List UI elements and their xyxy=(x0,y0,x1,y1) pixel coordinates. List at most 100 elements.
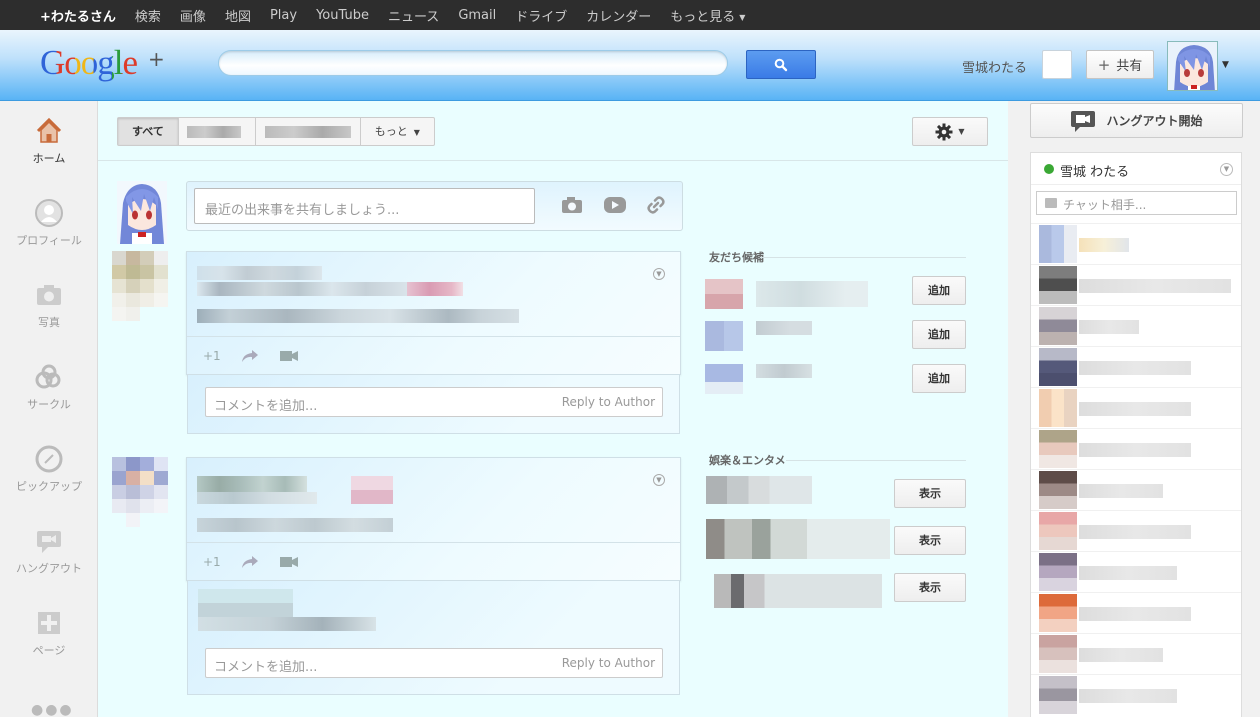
more-nav-icon[interactable]: ●●● xyxy=(31,702,74,717)
chat-contact[interactable] xyxy=(1031,264,1241,305)
topnav-images-link[interactable]: 画像 xyxy=(180,6,206,25)
start-hangout-button[interactable]: ハングアウト開始 xyxy=(1030,103,1243,138)
topnav-play-link[interactable]: Play xyxy=(270,8,297,23)
online-status-icon[interactable] xyxy=(1044,164,1054,174)
nav-item-pages[interactable]: ページ xyxy=(0,608,98,658)
topnav-drive-link[interactable]: ドライブ xyxy=(515,6,567,25)
circles-icon xyxy=(35,364,61,389)
tab-more[interactable]: もっと ▼ xyxy=(361,118,434,145)
chat-contact[interactable] xyxy=(1031,510,1241,551)
chat-contact[interactable] xyxy=(1031,592,1241,633)
logo-text: Google xyxy=(40,43,138,82)
chat-user-name: 雪城 わたる xyxy=(1060,165,1130,180)
hangout-icon[interactable] xyxy=(279,556,299,568)
anime-avatar-image xyxy=(1168,42,1217,90)
chat-contact[interactable] xyxy=(1031,387,1241,428)
chat-search-input[interactable]: チャット相手... xyxy=(1036,191,1237,215)
search-button[interactable] xyxy=(746,50,816,79)
post-author-avatar[interactable] xyxy=(112,251,168,321)
blurred-circle-label xyxy=(407,282,463,296)
chat-contact[interactable] xyxy=(1031,223,1241,264)
chat-contact[interactable] xyxy=(1031,346,1241,387)
chat-options-chevron-icon[interactable]: ▼ xyxy=(1220,163,1233,176)
nav-item-photos[interactable]: 写真 xyxy=(0,280,98,330)
nav-item-home[interactable]: ホーム xyxy=(0,116,98,166)
pages-icon xyxy=(38,612,60,634)
google-plus-logo[interactable]: Google + xyxy=(40,43,165,83)
share-button[interactable]: + 共有 xyxy=(1086,50,1154,79)
plus-one-button[interactable]: +1 xyxy=(203,349,221,363)
notification-button[interactable] xyxy=(1042,50,1072,79)
show-page-button[interactable]: 表示 xyxy=(894,479,966,508)
blurred-contact-name xyxy=(1079,607,1191,621)
reply-to-author-link[interactable]: Reply to Author xyxy=(562,395,655,409)
post-card: ▼ +1 xyxy=(186,457,681,581)
chat-contact[interactable] xyxy=(1031,551,1241,592)
suggestion-avatar[interactable] xyxy=(705,364,743,394)
topnav-youtube-link[interactable]: YouTube xyxy=(316,8,369,23)
nav-label: ピックアップ xyxy=(16,480,82,493)
topnav-news-link[interactable]: ニュース xyxy=(388,6,439,25)
topnav-more-label: もっと見る xyxy=(670,9,736,25)
post-author-avatar[interactable] xyxy=(112,457,168,527)
account-avatar[interactable] xyxy=(1167,41,1218,91)
nav-item-profile[interactable]: プロフィール xyxy=(0,198,98,248)
suggestion-avatar[interactable] xyxy=(706,476,812,504)
show-page-button[interactable]: 表示 xyxy=(894,573,966,602)
nav-item-explore[interactable]: ピックアップ xyxy=(0,444,98,494)
stream-settings-button[interactable]: ▼ xyxy=(912,117,988,146)
topnav-maps-link[interactable]: 地図 xyxy=(225,6,251,25)
add-friend-button[interactable]: 追加 xyxy=(912,276,966,305)
hangout-icon[interactable] xyxy=(279,350,299,362)
add-friend-button[interactable]: 追加 xyxy=(912,320,966,349)
friend-suggestions-title: 友だち候補 xyxy=(709,251,764,264)
topnav-profile-link[interactable]: +わたるさん xyxy=(40,6,116,25)
add-friend-button[interactable]: 追加 xyxy=(912,364,966,393)
share-attachments xyxy=(561,196,665,214)
plus-one-button[interactable]: +1 xyxy=(203,555,221,569)
video-icon[interactable] xyxy=(603,196,627,214)
video-camera-icon xyxy=(1071,110,1096,132)
share-arrow-icon[interactable] xyxy=(241,349,259,363)
header-username[interactable]: 雪城わたる xyxy=(962,57,1027,76)
topnav-gmail-link[interactable]: Gmail xyxy=(458,8,496,23)
account-chevron-down-icon[interactable]: ▼ xyxy=(1222,60,1229,70)
post-menu-chevron-icon[interactable]: ▼ xyxy=(653,474,665,486)
nav-item-hangouts[interactable]: ハングアウト xyxy=(0,526,98,576)
blurred-contact-name xyxy=(1079,402,1191,416)
chat-contact[interactable] xyxy=(1031,469,1241,510)
search-icon xyxy=(774,58,788,71)
chat-contact[interactable] xyxy=(1031,428,1241,469)
link-icon[interactable] xyxy=(647,196,665,214)
tab-all[interactable]: すべて xyxy=(118,118,179,145)
camera-icon[interactable] xyxy=(561,196,583,214)
comment-input[interactable]: コメントを追加... Reply to Author xyxy=(205,387,663,417)
chat-contact[interactable] xyxy=(1031,305,1241,346)
tab-circle-2[interactable] xyxy=(256,118,361,145)
comment-area: コメントを追加... Reply to Author xyxy=(187,375,680,434)
suggestion-avatar[interactable] xyxy=(706,519,890,559)
tab-circle-1[interactable] xyxy=(179,118,256,145)
my-avatar[interactable] xyxy=(117,181,167,244)
blurred-post-meta xyxy=(197,282,422,296)
comment-input[interactable]: コメントを追加... Reply to Author xyxy=(205,648,663,678)
topnav-calendar-link[interactable]: カレンダー xyxy=(586,6,651,25)
contact-avatar xyxy=(1039,225,1077,263)
chat-contact[interactable] xyxy=(1031,674,1241,715)
blurred-suggestion-name xyxy=(756,281,868,307)
share-arrow-icon[interactable] xyxy=(241,555,259,569)
topnav-more-link[interactable]: もっと見る ▼ xyxy=(670,6,745,25)
nav-item-circles[interactable]: サークル xyxy=(0,362,98,412)
home-icon xyxy=(36,117,62,143)
show-page-button[interactable]: 表示 xyxy=(894,526,966,555)
post-menu-chevron-icon[interactable]: ▼ xyxy=(653,268,665,280)
suggestion-avatar[interactable] xyxy=(714,574,882,608)
contact-avatar xyxy=(1039,553,1077,591)
reply-to-author-link[interactable]: Reply to Author xyxy=(562,656,655,670)
suggestion-avatar[interactable] xyxy=(705,279,743,309)
suggestion-avatar[interactable] xyxy=(705,321,743,351)
chat-contact[interactable] xyxy=(1031,633,1241,674)
search-input[interactable] xyxy=(218,50,728,76)
topnav-search-link[interactable]: 検索 xyxy=(135,6,161,25)
share-input[interactable]: 最近の出来事を共有しましょう... xyxy=(194,188,535,224)
